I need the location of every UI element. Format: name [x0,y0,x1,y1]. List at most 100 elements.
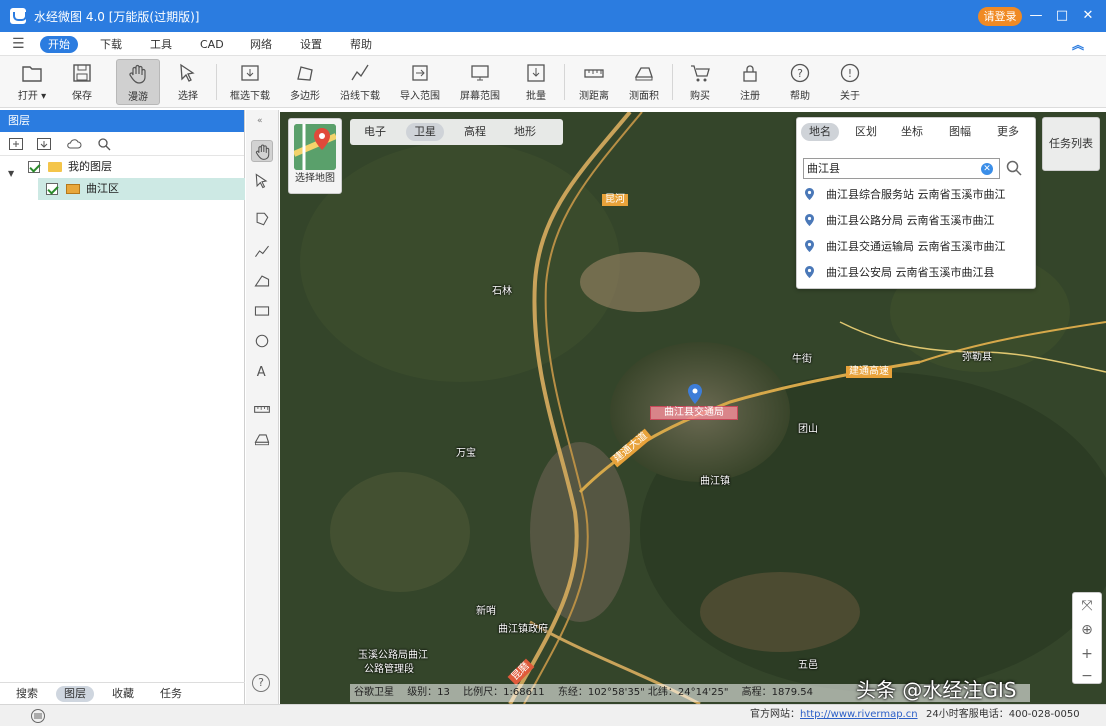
measure-area-button[interactable]: 测面积 [622,59,666,105]
basemap-elevation[interactable]: 高程 [456,123,494,141]
draw-polygon-tool[interactable] [251,270,273,292]
support-phone: 24小时客服电话：400-028-0050 [926,709,1080,720]
place-label: 万宝 [456,448,476,459]
help-button[interactable]: ? 帮助 [778,59,822,105]
search-result[interactable]: 曲江县公路分局 云南省玉溪市曲江 [805,210,1029,232]
save-label: 保存 [72,91,92,102]
batch-button[interactable]: 批量 [514,59,558,105]
help-icon[interactable]: ? [252,674,270,692]
location-pin-icon [805,240,814,252]
draw-circle-tool[interactable] [251,330,273,352]
collapse-arrow-icon[interactable]: « [257,116,263,126]
box-download-button[interactable]: 框选下载 [228,59,272,105]
official-site-link[interactable]: http://www.rivermap.cn [800,709,918,720]
menu-download[interactable]: 下载 [92,36,130,53]
ribbon-toolbar: 打开 ▾ 保存 漫游 选择 框选下载 多边形 沿线下载 导入范围 屏幕范围 批量… [0,56,1106,108]
tab-favorites[interactable]: 收藏 [104,686,142,702]
polygon-button[interactable]: 多边形 [283,59,327,105]
measure-distance-button[interactable]: 测距离 [572,59,616,105]
basemap-vector[interactable]: 电子 [356,123,394,141]
maximize-button[interactable]: □ [1052,6,1072,26]
line-download-button[interactable]: 沿线下载 [338,59,382,105]
buy-button[interactable]: 购买 [678,59,722,105]
batch-label: 批量 [526,91,546,102]
tab-search[interactable]: 搜索 [8,686,46,702]
reset-view-icon[interactable]: ⤧ [1073,593,1101,619]
mark-point-tool[interactable] [251,208,273,230]
about-button[interactable]: ! 关于 [828,59,872,105]
menu-help[interactable]: 帮助 [342,36,380,53]
login-button[interactable]: 请登录 [978,7,1022,26]
measure-distance-label: 测距离 [579,91,609,102]
lock-icon [743,65,757,82]
batch-icon [527,64,545,82]
basemap-terrain[interactable]: 地形 [506,123,544,141]
location-marker-icon[interactable] [688,384,702,404]
app-status-bar: 官方网站：http://www.rivermap.cn 24小时客服电话：400… [0,704,1106,726]
map-scale: 比例尺：1:68611 [463,687,545,698]
screen-range-button[interactable]: 屏幕范围 [458,59,502,105]
box-download-icon [241,65,259,81]
layer-checkbox[interactable] [46,183,58,195]
map-thumbnail-icon [294,124,336,170]
import-layer-icon[interactable] [36,136,52,152]
search-icon[interactable] [1005,159,1023,177]
map-type-toggle[interactable]: 选择地图 [288,118,342,194]
search-result[interactable]: 曲江县公安局 云南省玉溪市曲江县 [805,262,1029,284]
open-button[interactable]: 打开 ▾ [10,59,54,105]
tree-label: 我的图层 [68,160,112,173]
add-layer-icon[interactable] [8,136,24,152]
basemap-satellite[interactable]: 卫星 [406,123,444,141]
search-tab-division[interactable]: 区划 [847,123,885,141]
clear-search-icon[interactable]: ✕ [981,163,993,175]
search-icon[interactable] [96,136,112,152]
measure-distance-tool[interactable] [251,398,273,420]
task-list-button[interactable]: 任务列表 [1042,117,1100,171]
select-button[interactable]: 选择 [166,59,210,105]
search-tab-more[interactable]: 更多 [989,123,1027,141]
layers-stack-icon[interactable] [30,708,46,724]
cloud-icon[interactable] [66,136,82,152]
measure-area-label: 测面积 [629,91,659,102]
add-text-tool[interactable]: A [251,360,273,382]
menu-network[interactable]: 网络 [242,36,280,53]
import-range-label: 导入范围 [400,91,440,102]
draw-rectangle-tool[interactable] [251,300,273,322]
expand-triangle-icon[interactable]: ▼ [8,163,14,185]
register-button[interactable]: 注册 [728,59,772,105]
draw-line-tool[interactable] [251,240,273,262]
zoom-out-button[interactable]: − [1073,663,1101,689]
tree-node-my-layers[interactable]: ▼ 我的图层 [0,156,244,178]
locate-icon[interactable]: ⊕ [1073,617,1101,643]
tab-tasks[interactable]: 任务 [152,686,190,702]
select-arrow-icon [255,173,268,189]
zoom-level: 级别：13 [407,687,450,698]
search-tab-placename[interactable]: 地名 [801,123,839,141]
save-button[interactable]: 保存 [60,59,104,105]
search-tab-coordinate[interactable]: 坐标 [893,123,931,141]
tab-layers[interactable]: 图层 [56,686,94,702]
menu-start[interactable]: 开始 [40,36,78,53]
measure-area-tool[interactable] [251,428,273,450]
search-result[interactable]: 曲江县综合服务站 云南省玉溪市曲江 [805,184,1029,206]
search-input[interactable]: 曲江县 [803,158,1000,179]
import-range-button[interactable]: 导入范围 [398,59,442,105]
map-view[interactable]: 选择地图 电子 卫星 高程 地形 地名 区划 坐标 图幅 更多 曲江县 ✕ 曲江… [280,112,1106,704]
menu-cad[interactable]: CAD [192,36,232,53]
tree-node-layer[interactable]: 曲江区 [38,178,245,200]
close-button[interactable]: ✕ [1078,6,1098,26]
pan-button[interactable]: 漫游 [116,59,160,105]
layer-checkbox[interactable] [28,161,40,173]
collapse-ribbon-icon[interactable]: ︽ [1072,36,1084,53]
search-result[interactable]: 曲江县交通运输局 云南省玉溪市曲江 [805,236,1029,258]
panel-title: 图层 [0,110,244,132]
select-tool[interactable] [251,170,273,192]
menu-settings[interactable]: 设置 [292,36,330,53]
menu-tools[interactable]: 工具 [142,36,180,53]
minimize-button[interactable]: — [1026,6,1046,26]
pan-tool[interactable] [251,140,273,162]
search-result-text: 曲江县综合服务站 云南省玉溪市曲江 [826,188,1006,201]
search-tab-mapsheet[interactable]: 图幅 [941,123,979,141]
hamburger-menu-icon[interactable]: ☰ [12,36,25,52]
area-icon [254,434,270,446]
